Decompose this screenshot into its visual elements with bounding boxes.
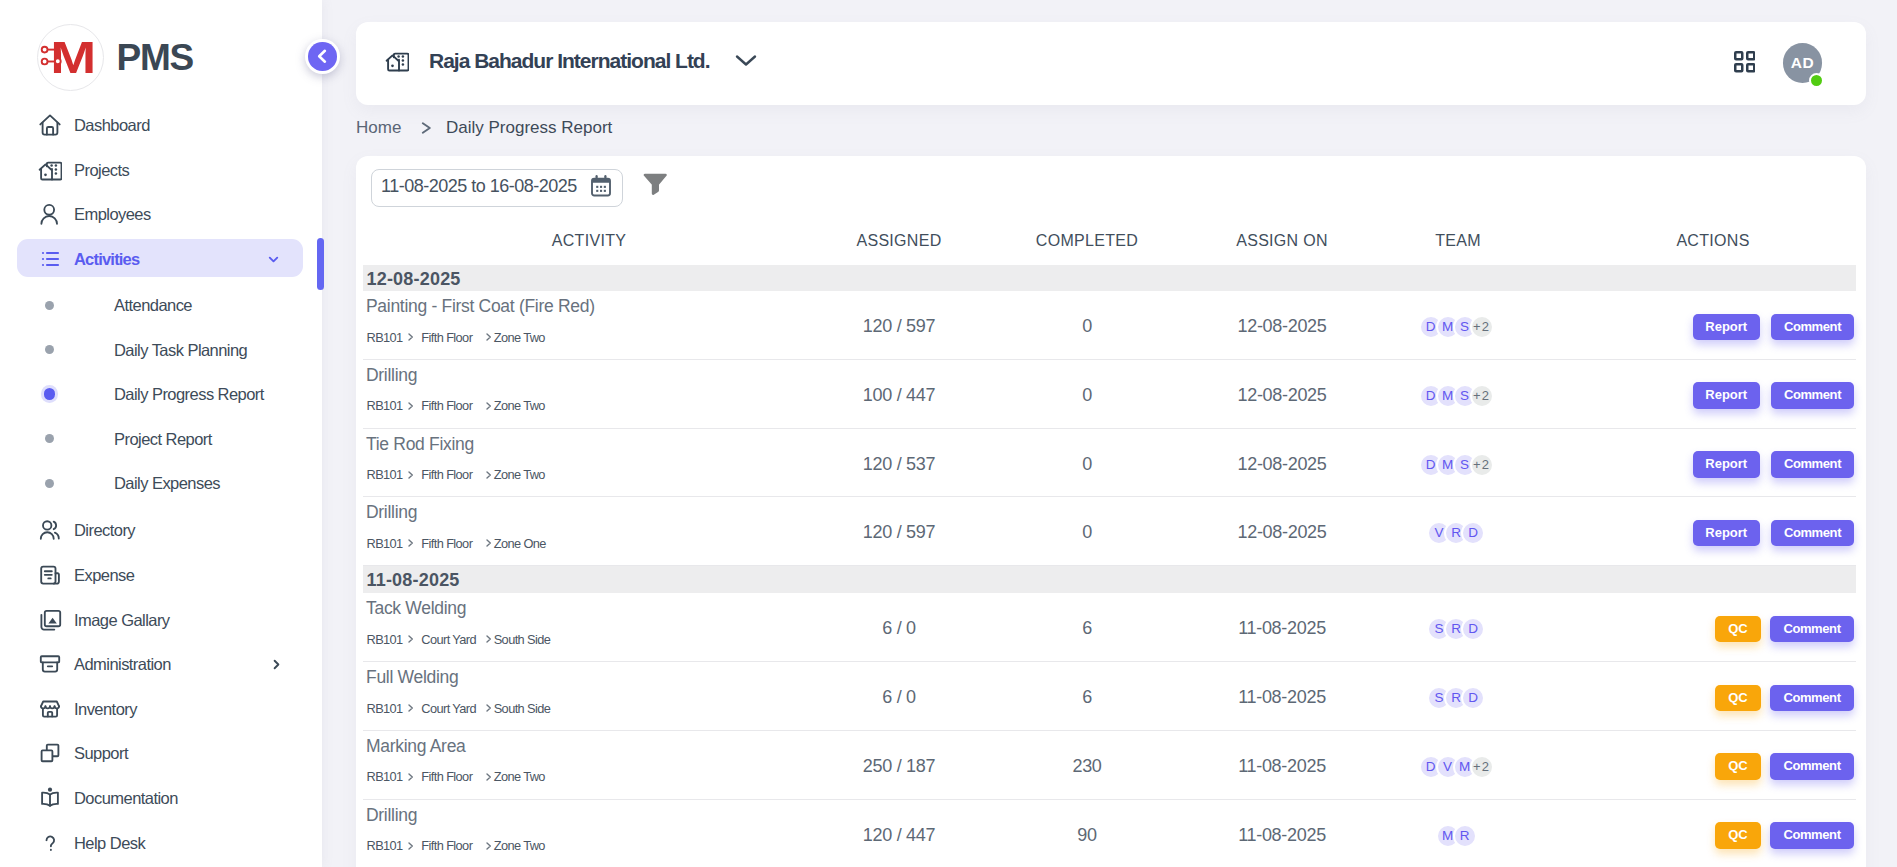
svg-text:M: M	[50, 33, 96, 82]
